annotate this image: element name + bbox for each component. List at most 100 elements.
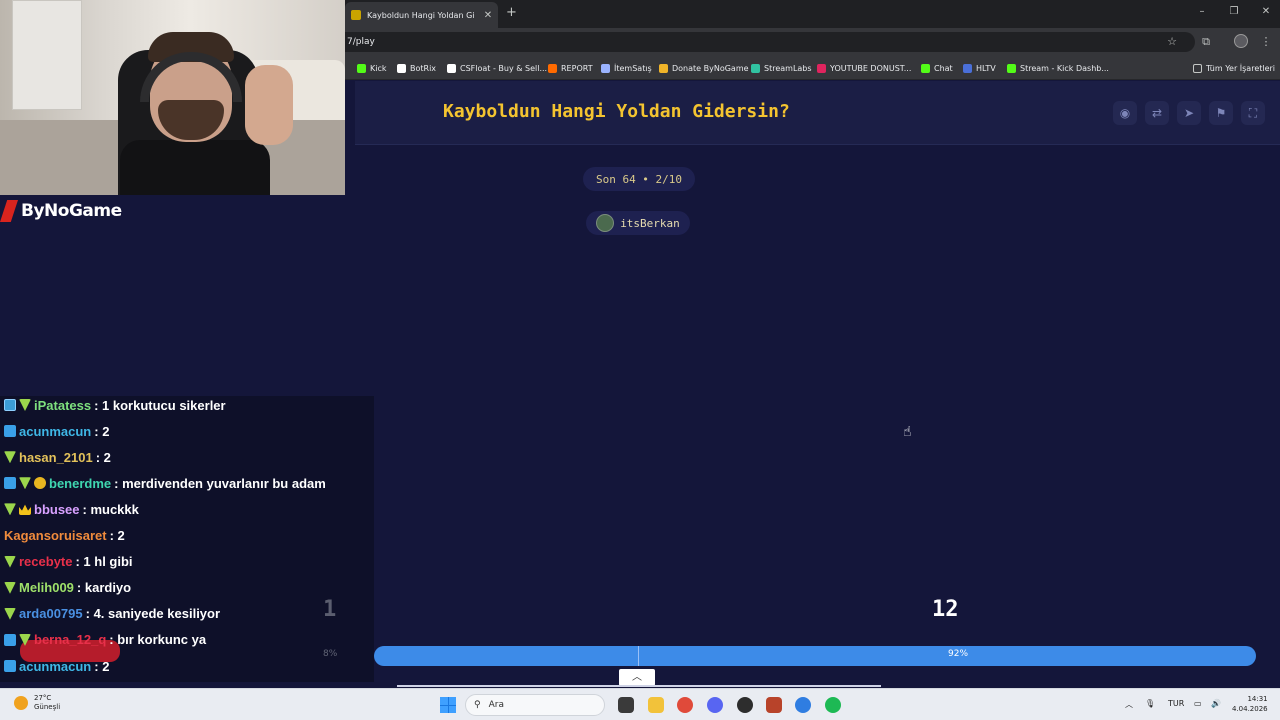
bookmark-item[interactable]: YOUTUBE DONUST... xyxy=(817,60,911,76)
bookmark-favicon-icon xyxy=(548,63,557,73)
badge-blue-icon xyxy=(4,425,16,438)
hand-cursor-icon: ☝ xyxy=(903,424,912,440)
bookmark-favicon-icon xyxy=(817,63,826,73)
tray-chevron-icon[interactable]: ︿ xyxy=(1125,699,1133,710)
bookmark-favicon-icon xyxy=(357,63,366,73)
game-app-icon[interactable] xyxy=(766,697,782,713)
bookmark-favicon-icon xyxy=(751,63,760,73)
bookmark-favicon-icon xyxy=(601,63,610,73)
taskbar: 27°C Güneşli ⚲ Ara ︿ 🎙 TUR ▭ 🔊 14:31 4.0… xyxy=(0,688,1280,720)
bookmark-item[interactable]: Stream - Kick Dashb... xyxy=(1007,60,1109,76)
webcam-streamer-body xyxy=(120,140,270,195)
bookmark-label: REPORT xyxy=(561,63,593,73)
share-icon[interactable]: ⇄ xyxy=(1145,101,1169,125)
chat-text: : 1 korkutucu sikerler xyxy=(94,397,226,413)
network-icon[interactable]: ▭ xyxy=(1194,699,1202,708)
taskbar-search[interactable]: ⚲ Ara xyxy=(465,694,605,716)
tab-title: Kayboldun Hangi Yoldan Gidersin xyxy=(367,10,475,20)
bookmark-label: StreamLabs xyxy=(764,63,812,73)
chat-text: : 4. saniyede kesiliyor xyxy=(85,606,221,622)
file-explorer-icon[interactable] xyxy=(648,697,664,713)
bookmark-item[interactable]: StreamLabs xyxy=(751,60,812,76)
bookmark-favicon-icon xyxy=(963,63,972,73)
fullscreen-icon[interactable]: ⛶ xyxy=(1241,101,1265,125)
right-percent: 92% xyxy=(948,649,969,659)
search-placeholder: Ara xyxy=(488,700,504,710)
bookmark-label: HLTV xyxy=(976,63,996,73)
tab-favicon-icon xyxy=(351,10,361,20)
badge-mod-icon xyxy=(4,399,16,411)
bookmark-item[interactable]: Donate ByNoGame xyxy=(659,60,749,76)
chat-message: hasan_2101: 2 xyxy=(4,446,111,468)
close-window-icon[interactable]: ✕ xyxy=(1259,6,1273,17)
game-header: Kayboldun Hangi Yoldan Gidersin? ◉ ⇄ ➤ ⚑… xyxy=(355,81,1280,145)
game-title: Kayboldun Hangi Yoldan Gidersin? xyxy=(443,101,790,122)
translate-icon[interactable] xyxy=(795,697,811,713)
round-indicator: Son 64 • 2/10 xyxy=(583,167,695,191)
address-bar: 7/play ☆ ⧉ ⋮ xyxy=(345,28,1280,56)
chat-text: : muckkk xyxy=(82,501,139,517)
browser-tab[interactable]: Kayboldun Hangi Yoldan Gidersin ✕ xyxy=(345,2,498,28)
bookmark-item[interactable]: Chat xyxy=(921,60,953,76)
badge-green-icon xyxy=(19,477,31,490)
restore-icon[interactable]: ❐ xyxy=(1227,6,1241,17)
badge-green-icon xyxy=(19,633,31,646)
bookmark-item[interactable]: Kick xyxy=(357,60,387,76)
chat-message: arda00795: 4. saniyede kesiliyor xyxy=(4,603,220,625)
spotify-icon[interactable] xyxy=(825,697,841,713)
badge-blue-icon xyxy=(4,633,16,646)
chat-text: : 2 xyxy=(94,423,110,439)
scroll-up-button[interactable]: ︿ xyxy=(619,669,655,686)
browser-tabbar: Kayboldun Hangi Yoldan Gidersin ✕ + – ❐ … xyxy=(345,0,1280,28)
chrome-icon[interactable] xyxy=(677,697,693,713)
url-field[interactable]: 7/play xyxy=(345,32,1195,52)
task-view-icon[interactable] xyxy=(618,697,634,713)
chat-username: berna_12_q xyxy=(34,632,107,648)
chat-text: : kardiyo xyxy=(76,580,132,596)
badge-green-icon xyxy=(4,555,16,568)
new-tab-button[interactable]: + xyxy=(506,5,517,20)
chat-text: : 2 xyxy=(94,658,110,674)
discord-icon[interactable] xyxy=(707,697,723,713)
bookmark-item[interactable]: REPORT xyxy=(548,60,593,76)
badge-gold-icon xyxy=(34,477,46,490)
badge-green-icon xyxy=(19,399,31,411)
badge-green-icon xyxy=(4,607,16,620)
chat-text: : 1 hl gibi xyxy=(75,554,133,570)
obs-icon[interactable] xyxy=(737,697,753,713)
eye-icon[interactable]: ◉ xyxy=(1113,101,1137,125)
search-icon: ⚲ xyxy=(474,700,481,710)
chat-message: Kagansoruisaret: 2 xyxy=(4,525,125,547)
profile-avatar[interactable] xyxy=(1234,34,1248,48)
chat-message: acunmacun: 2 xyxy=(4,420,109,442)
badge-blue-icon xyxy=(4,660,16,672)
bookmark-item[interactable]: BotRix xyxy=(397,60,436,76)
minimize-icon[interactable]: – xyxy=(1195,6,1209,17)
language-indicator[interactable]: TUR xyxy=(1168,699,1184,708)
user-avatar xyxy=(596,214,615,232)
bookmark-favicon-icon xyxy=(447,63,456,73)
weather-widget[interactable]: 27°C Güneşli xyxy=(14,694,60,712)
extensions-icon[interactable]: ⧉ xyxy=(1199,35,1213,49)
clock[interactable]: 14:31 4.04.2026 xyxy=(1232,694,1268,714)
flag-icon[interactable]: ⚑ xyxy=(1209,101,1233,125)
start-button[interactable] xyxy=(440,697,456,713)
bynogame-logo-icon xyxy=(0,200,18,222)
mic-icon[interactable]: 🎙 xyxy=(1145,699,1155,708)
chat-message: bbusee: muckkk xyxy=(4,498,139,520)
bookmark-item[interactable]: HLTV xyxy=(963,60,996,76)
chat-username: arda00795 xyxy=(19,606,83,622)
send-icon[interactable]: ➤ xyxy=(1177,101,1201,125)
all-bookmarks[interactable]: Tüm Yer İşaretleri xyxy=(1193,60,1275,76)
bookmark-item[interactable]: İtemSatış xyxy=(601,60,652,76)
vote-bar: 92% xyxy=(374,646,1256,666)
chat-message: acunmacun: 2 xyxy=(4,655,109,677)
bookmark-item[interactable]: CSFloat - Buy & Sell... xyxy=(447,60,547,76)
star-icon[interactable]: ☆ xyxy=(1165,35,1179,48)
brand-logo: ByNoGame xyxy=(0,196,122,226)
tab-close-icon[interactable]: ✕ xyxy=(481,10,495,21)
volume-icon[interactable]: 🔊 xyxy=(1211,699,1221,708)
user-pill: itsBerkan xyxy=(586,211,690,235)
menu-icon[interactable]: ⋮ xyxy=(1259,35,1273,48)
chat-username: Kagansoruisaret xyxy=(4,528,107,543)
